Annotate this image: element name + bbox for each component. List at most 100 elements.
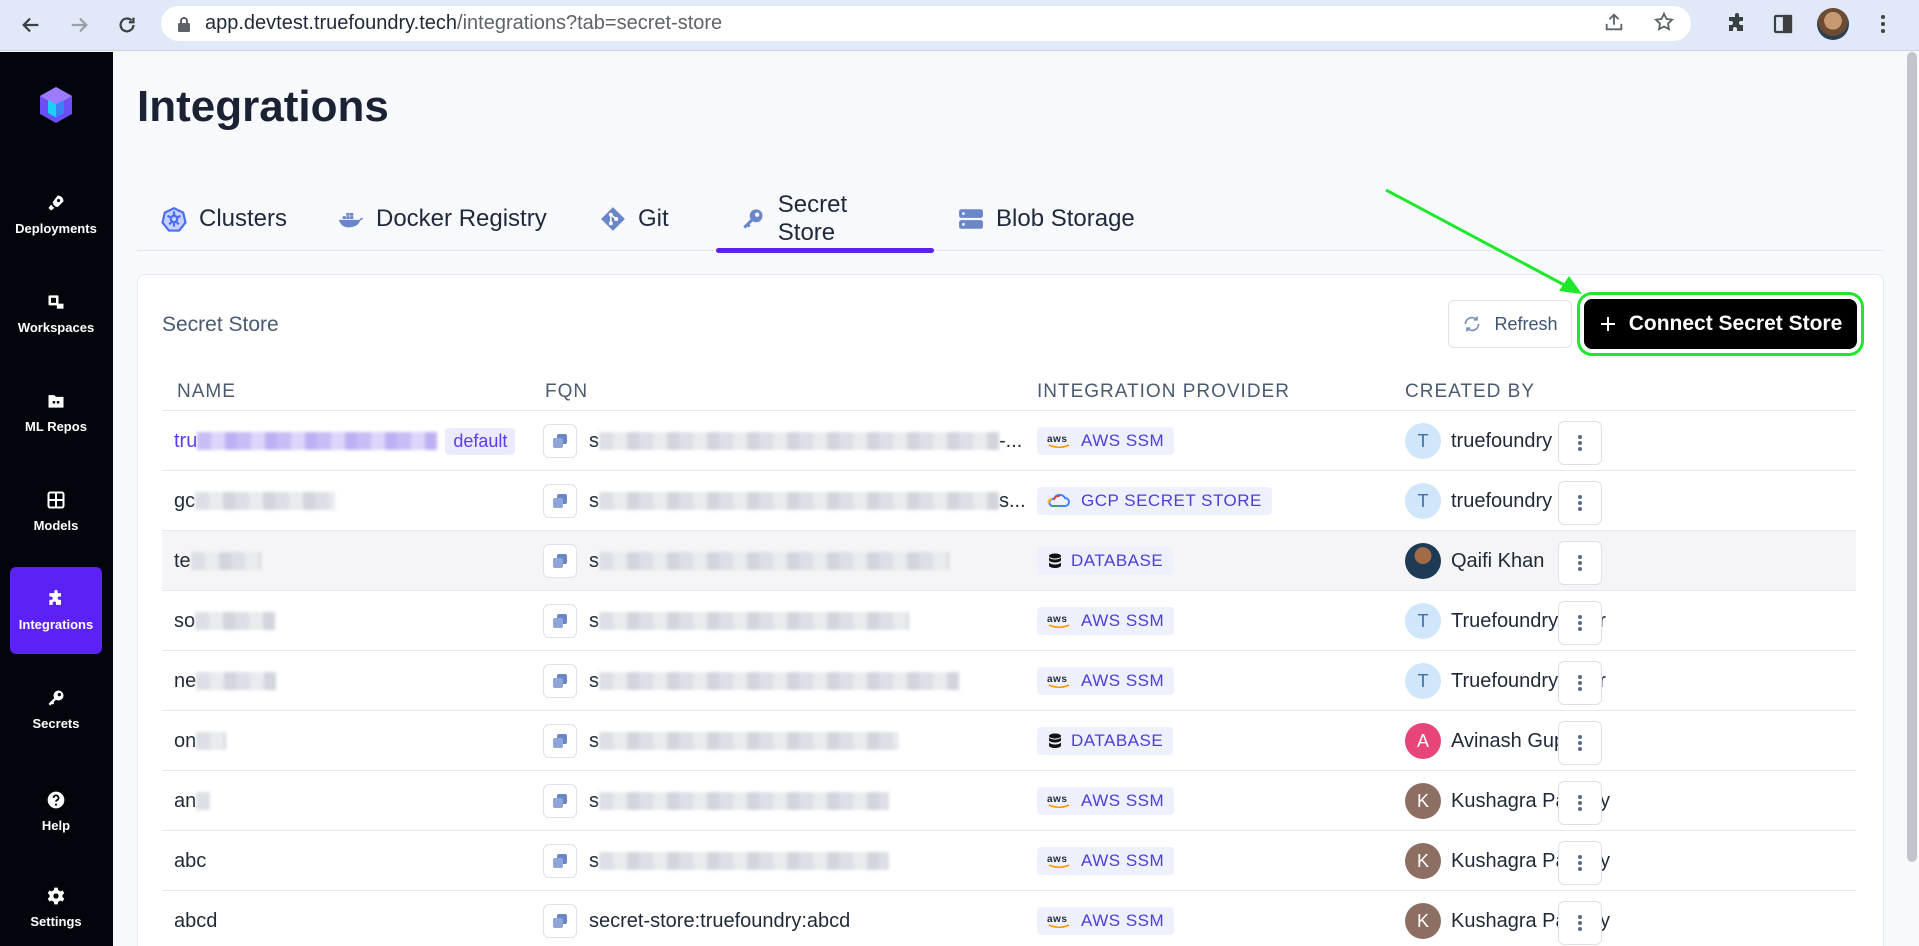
redacted-text <box>197 432 438 450</box>
reload-icon[interactable] <box>112 10 142 40</box>
copy-button[interactable] <box>543 424 577 458</box>
aws-icon: aws <box>1047 674 1070 689</box>
sidebar-item-help[interactable]: Help <box>10 768 102 855</box>
secret-store-name-link[interactable]: tru <box>174 430 197 453</box>
back-icon[interactable] <box>16 10 46 40</box>
refresh-button[interactable]: Refresh <box>1448 300 1572 348</box>
copy-button[interactable] <box>543 724 577 758</box>
fqn-suffix: -... <box>999 429 1023 452</box>
row-actions-button[interactable] <box>1558 841 1602 885</box>
connect-secret-store-button[interactable]: Connect Secret Store <box>1577 292 1864 356</box>
table-row[interactable]: on s DATABASE A Avinash Gupta <box>162 711 1856 771</box>
secret-store-name-link[interactable]: abc <box>174 850 206 873</box>
row-actions-button[interactable] <box>1558 541 1602 585</box>
profile-avatar[interactable] <box>1817 8 1849 40</box>
copy-button[interactable] <box>543 484 577 518</box>
secret-store-name-link[interactable]: so <box>174 610 195 633</box>
table-row[interactable]: an s aws AWS SSM K Kushagra Pandey <box>162 771 1856 831</box>
share-icon[interactable] <box>1603 11 1625 33</box>
aws-icon: aws <box>1047 614 1070 629</box>
table-row[interactable]: so s aws AWS SSM T Truefoundry User <box>162 591 1856 651</box>
tab-clusters[interactable]: Clusters <box>137 186 311 251</box>
extensions-icon[interactable] <box>1725 12 1749 36</box>
secret-store-name-link[interactable]: an <box>174 790 196 813</box>
truefoundry-logo[interactable] <box>36 85 76 125</box>
menu-kebab-icon[interactable] <box>1871 12 1895 36</box>
bookmark-star-icon[interactable] <box>1653 11 1675 33</box>
name-cell: so <box>174 591 276 651</box>
svg-text:aws: aws <box>1047 614 1067 625</box>
fqn-text: secret-store:truefoundry:abcd <box>589 909 851 932</box>
copy-button[interactable] <box>543 604 577 638</box>
fqn-text: s <box>589 429 599 452</box>
sidebar-item-secrets[interactable]: Secrets <box>10 666 102 753</box>
row-actions-button[interactable] <box>1558 901 1602 945</box>
table-row[interactable]: te s DATABASE Qaifi Khan <box>162 531 1856 591</box>
row-actions-button[interactable] <box>1558 481 1602 525</box>
row-actions-button[interactable] <box>1558 721 1602 765</box>
row-actions-button[interactable] <box>1558 421 1602 465</box>
table-row[interactable]: tru default s -... aws AWS SSM T truefoun… <box>162 411 1856 471</box>
copy-icon <box>553 614 567 628</box>
provider-name: AWS SSM <box>1081 611 1165 630</box>
side-panel-icon[interactable] <box>1771 12 1795 36</box>
secret-store-name-link[interactable]: te <box>174 550 191 573</box>
copy-button[interactable] <box>543 844 577 878</box>
redacted-text <box>599 492 999 510</box>
copy-button[interactable] <box>543 904 577 938</box>
card-title: Secret Store <box>162 313 279 336</box>
secret-store-name-link[interactable]: gc <box>174 490 195 513</box>
sidebar-item-label: Settings <box>30 914 82 929</box>
tab-docker-registry[interactable]: Docker Registry <box>314 186 571 251</box>
copy-button[interactable] <box>543 784 577 818</box>
sidebar-item-label: Integrations <box>18 617 94 632</box>
fqn-text: s <box>589 789 599 812</box>
copy-button[interactable] <box>543 544 577 578</box>
integration-tabs: Clusters Docker Registry Git Secret Stor… <box>137 186 1884 253</box>
provider-cell: DATABASE <box>1037 711 1174 771</box>
svg-text:aws: aws <box>1047 854 1067 865</box>
url-host: app.devtest.truefoundry.tech <box>205 12 458 34</box>
tab-label: Blob Storage <box>996 204 1135 232</box>
created-by-cell: Qaifi Khan <box>1405 531 1544 591</box>
forward-icon[interactable] <box>64 10 94 40</box>
tab-label: Docker Registry <box>376 204 547 232</box>
page-scrollbar[interactable] <box>1907 52 1917 862</box>
sidebar-item-settings[interactable]: Settings <box>10 864 102 946</box>
created-by-cell: T truefoundry <box>1405 471 1552 531</box>
git-icon <box>601 206 625 231</box>
user-avatar: K <box>1405 903 1441 939</box>
table-row[interactable]: abcd secret-store:truefoundry:abcd aws AW… <box>162 891 1856 946</box>
database-icon <box>1049 733 1061 748</box>
table-row[interactable]: abc s aws AWS SSM K Kushagra Pandey <box>162 831 1856 891</box>
fqn-text: s <box>589 549 599 572</box>
row-actions-button[interactable] <box>1558 601 1602 645</box>
provider-cell: aws AWS SSM <box>1037 831 1175 891</box>
puzzle-icon <box>49 589 61 605</box>
fqn-text: s <box>589 669 599 692</box>
address-bar[interactable]: app.devtest.truefoundry.tech/integration… <box>161 6 1691 41</box>
secret-store-name-link[interactable]: on <box>174 730 196 753</box>
fqn-cell: s <box>543 651 959 711</box>
sidebar-item-models[interactable]: Models <box>10 468 102 555</box>
sidebar-item-ml-repos[interactable]: ML Repos <box>10 369 102 456</box>
tab-secret-store[interactable]: Secret Store <box>716 186 934 253</box>
rocket-icon <box>48 195 64 211</box>
tab-blob-storage[interactable]: Blob Storage <box>934 186 1159 251</box>
row-actions-button[interactable] <box>1558 661 1602 705</box>
sidebar-item-workspaces[interactable]: Workspaces <box>10 270 102 357</box>
folder-icon <box>48 395 64 408</box>
row-actions-button[interactable] <box>1558 781 1602 825</box>
sidebar-item-deployments[interactable]: Deployments <box>10 171 102 258</box>
secret-store-name-link[interactable]: abcd <box>174 910 217 933</box>
copy-icon <box>553 794 567 808</box>
sidebar-item-integrations[interactable]: Integrations <box>10 567 102 654</box>
copy-button[interactable] <box>543 664 577 698</box>
sidebar-item-label: Deployments <box>15 221 97 236</box>
redacted-text <box>195 492 336 510</box>
tab-git[interactable]: Git <box>576 186 693 251</box>
table-row[interactable]: gc s s... GCP SECRET STORE T truefoundry <box>162 471 1856 531</box>
copy-icon <box>553 554 567 568</box>
table-row[interactable]: ne s aws AWS SSM T Truefoundry User <box>162 651 1856 711</box>
secret-store-name-link[interactable]: ne <box>174 670 196 693</box>
